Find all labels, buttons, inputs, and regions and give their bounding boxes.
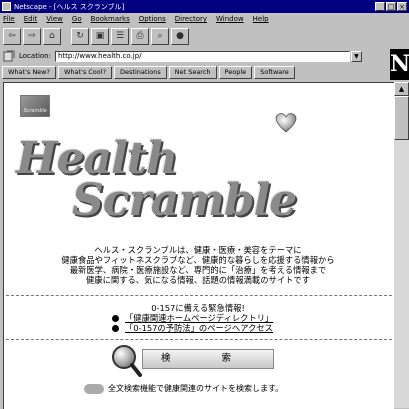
images-button[interactable]: ▣ xyxy=(91,27,109,45)
minimize-button[interactable]: _ xyxy=(375,2,385,11)
search-button[interactable]: 検 索 xyxy=(142,349,274,369)
back-icon: ⇦ xyxy=(8,31,16,41)
find-button[interactable]: ⌕ xyxy=(151,27,169,45)
window-title: Netscape - [ヘルス スクランブル] xyxy=(14,2,125,11)
menu-edit[interactable]: Edit xyxy=(24,15,38,23)
title-bar: Netscape - [ヘルス スクランブル] _ □ × xyxy=(0,0,409,13)
software-button[interactable]: Software xyxy=(254,66,295,79)
whats-cool-button[interactable]: What's Cool? xyxy=(57,66,113,79)
netscape-throbber[interactable]: N xyxy=(390,49,409,80)
find-icon: ⌕ xyxy=(157,31,163,41)
site-badge-logo: Scramble xyxy=(20,95,50,117)
open-button[interactable]: ☰ xyxy=(111,27,129,45)
stop-button[interactable]: ● xyxy=(171,27,189,45)
menu-directory[interactable]: Directory xyxy=(175,15,207,23)
bullet-icon xyxy=(112,324,119,332)
back-button[interactable]: ⇦ xyxy=(3,27,21,45)
print-button[interactable]: ⎙ xyxy=(131,27,149,45)
heart-icon xyxy=(275,113,297,133)
home-icon: ⌂ xyxy=(49,31,55,41)
menu-options[interactable]: Options xyxy=(139,15,166,23)
menu-help[interactable]: Help xyxy=(253,15,269,23)
menu-file[interactable]: File xyxy=(3,15,15,23)
search-caption-row: 全文検索機能で健康関連のサイトを検索します。 xyxy=(84,383,283,394)
stop-icon: ● xyxy=(176,31,184,41)
images-icon: ▣ xyxy=(95,31,105,41)
menu-bar: File Edit View Go Bookmarks Options Dire… xyxy=(0,13,409,25)
search-caption: 全文検索機能で健康関連のサイトを検索します。 xyxy=(108,384,284,393)
menu-bookmarks[interactable]: Bookmarks xyxy=(91,15,130,23)
scroll-up-button[interactable]: ▲ xyxy=(394,82,409,96)
print-icon: ⎙ xyxy=(136,31,144,41)
notice-title: 0-157に備える緊急情報! xyxy=(151,303,245,313)
menu-view[interactable]: View xyxy=(46,15,63,23)
home-button[interactable]: ⌂ xyxy=(43,27,61,45)
o157-prevention-link[interactable]: 「0-157の予防法」のページへアクセス xyxy=(125,323,273,333)
net-search-button[interactable]: Net Search xyxy=(168,66,217,79)
location-bar: Location: http://www.health.co.jp/ ▼ xyxy=(0,48,390,64)
whats-new-button[interactable]: What's New? xyxy=(2,66,56,79)
location-dropdown[interactable]: ▼ xyxy=(350,50,362,62)
forward-icon: ⇨ xyxy=(28,31,36,41)
intro-line: 健康食品やフィットネスクラブなど、健康的な暮らしを応援する情報から xyxy=(61,255,335,265)
emergency-notice: 0-157に備える緊急情報! 「健康関連ホームページディレクトリ」 「0-157… xyxy=(4,303,392,333)
intro-line: 最新医学、病院・医療施設など、専門的に「治療」を考える情報まで xyxy=(69,265,327,275)
divider xyxy=(6,339,392,340)
reload-button[interactable]: ↻ xyxy=(71,27,89,45)
forward-button[interactable]: ⇨ xyxy=(23,27,41,45)
page-content: Scramble Health Scramble ヘルス・スクランブルは、健康・… xyxy=(3,82,394,409)
directory-buttons-bar: What's New? What's Cool? Destinations Ne… xyxy=(2,65,390,80)
reload-icon: ↻ xyxy=(76,31,84,41)
maximize-button[interactable]: □ xyxy=(386,2,396,11)
scroll-thumb[interactable] xyxy=(394,96,409,140)
menu-window[interactable]: Window xyxy=(216,15,244,23)
divider xyxy=(6,295,392,296)
location-label: Location: xyxy=(19,52,51,60)
search-section: 検 索 xyxy=(104,341,304,381)
netscape-app-icon xyxy=(2,2,11,11)
people-button[interactable]: People xyxy=(218,66,253,79)
close-button[interactable]: × xyxy=(397,2,407,11)
open-icon: ☰ xyxy=(115,31,125,41)
intro-line: 健康に関する、気になる情報、話題の情報満載のサイトです xyxy=(85,275,311,285)
magnifier-icon xyxy=(112,345,142,377)
browser-window: Netscape - [ヘルス スクランブル] _ □ × File Edit … xyxy=(0,0,409,409)
bullet-icon xyxy=(112,314,119,322)
search-engine-icon xyxy=(84,383,104,394)
destinations-button[interactable]: Destinations xyxy=(114,66,167,79)
health-directory-link[interactable]: 「健康関連ホームページディレクトリ」 xyxy=(125,313,273,323)
logo-scramble-text: Scramble xyxy=(72,175,297,226)
vertical-scrollbar[interactable]: ▲ xyxy=(394,82,409,408)
intro-line: ヘルス・スクランブルは、健康・医療・美容をテーマに xyxy=(94,245,302,255)
intro-text: ヘルス・スクランブルは、健康・医療・美容をテーマに 健康食品やフィットネスクラブ… xyxy=(4,245,392,285)
menu-go[interactable]: Go xyxy=(72,15,82,23)
bookmark-icon[interactable] xyxy=(3,50,15,62)
navigation-toolbar: ⇦ ⇨ ⌂ ↻ ▣ ☰ ⎙ ⌕ ● xyxy=(0,25,390,47)
location-input[interactable]: http://www.health.co.jp/ xyxy=(54,50,350,62)
